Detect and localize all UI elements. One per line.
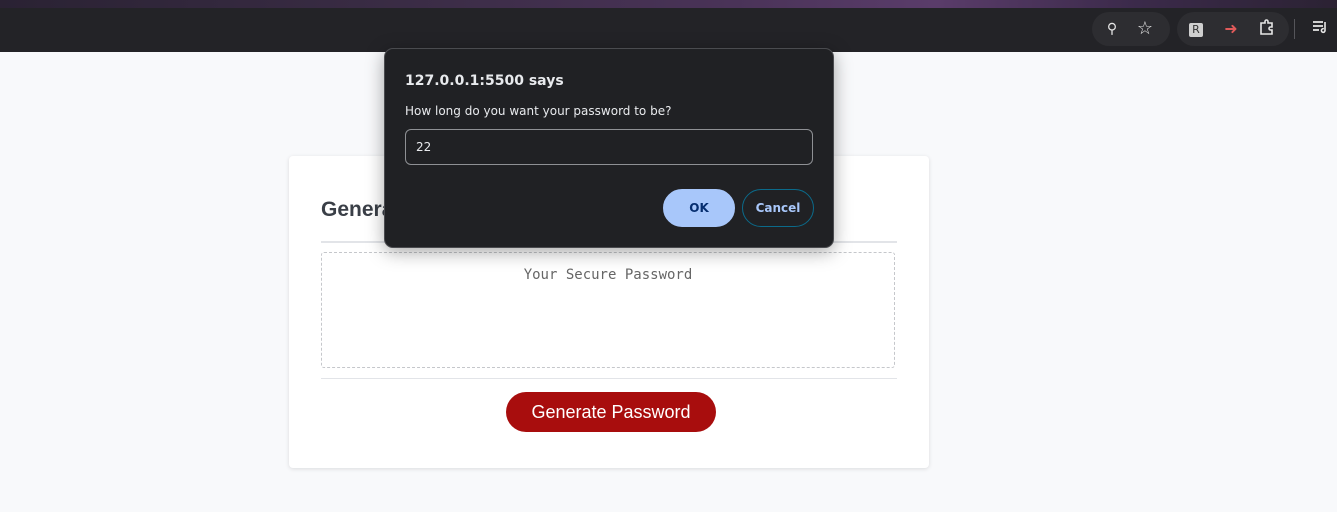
password-output[interactable]: Your Secure Password — [321, 252, 895, 368]
extension-r-glyph: R — [1189, 22, 1203, 37]
tab-strip — [0, 0, 1337, 8]
browser-toolbar: ⚲ ☆ R ➜ — [0, 0, 1337, 52]
cancel-button[interactable]: Cancel — [742, 189, 814, 227]
zoom-icon[interactable]: ⚲ — [1101, 18, 1123, 40]
puzzle-svg — [1260, 19, 1273, 35]
ok-button[interactable]: OK — [663, 189, 735, 227]
reading-list-icon[interactable] — [1309, 18, 1331, 40]
dialog-message: How long do you want your password to be… — [405, 104, 672, 118]
generate-password-button[interactable]: Generate Password — [506, 392, 716, 432]
toolbar-separator — [1294, 19, 1295, 39]
bookmark-star-icon[interactable]: ☆ — [1134, 18, 1156, 40]
password-length-input[interactable]: 22 — [405, 129, 813, 165]
dialog-title: 127.0.0.1:5500 says — [405, 73, 564, 89]
card-divider-bottom — [321, 378, 897, 379]
extension-r-icon[interactable]: R — [1185, 18, 1207, 40]
reading-list-svg — [1313, 21, 1326, 34]
extensions-puzzle-icon[interactable] — [1256, 18, 1278, 40]
extension-arrow-icon[interactable]: ➜ — [1220, 18, 1242, 40]
prompt-dialog: 127.0.0.1:5500 says How long do you want… — [384, 48, 834, 248]
